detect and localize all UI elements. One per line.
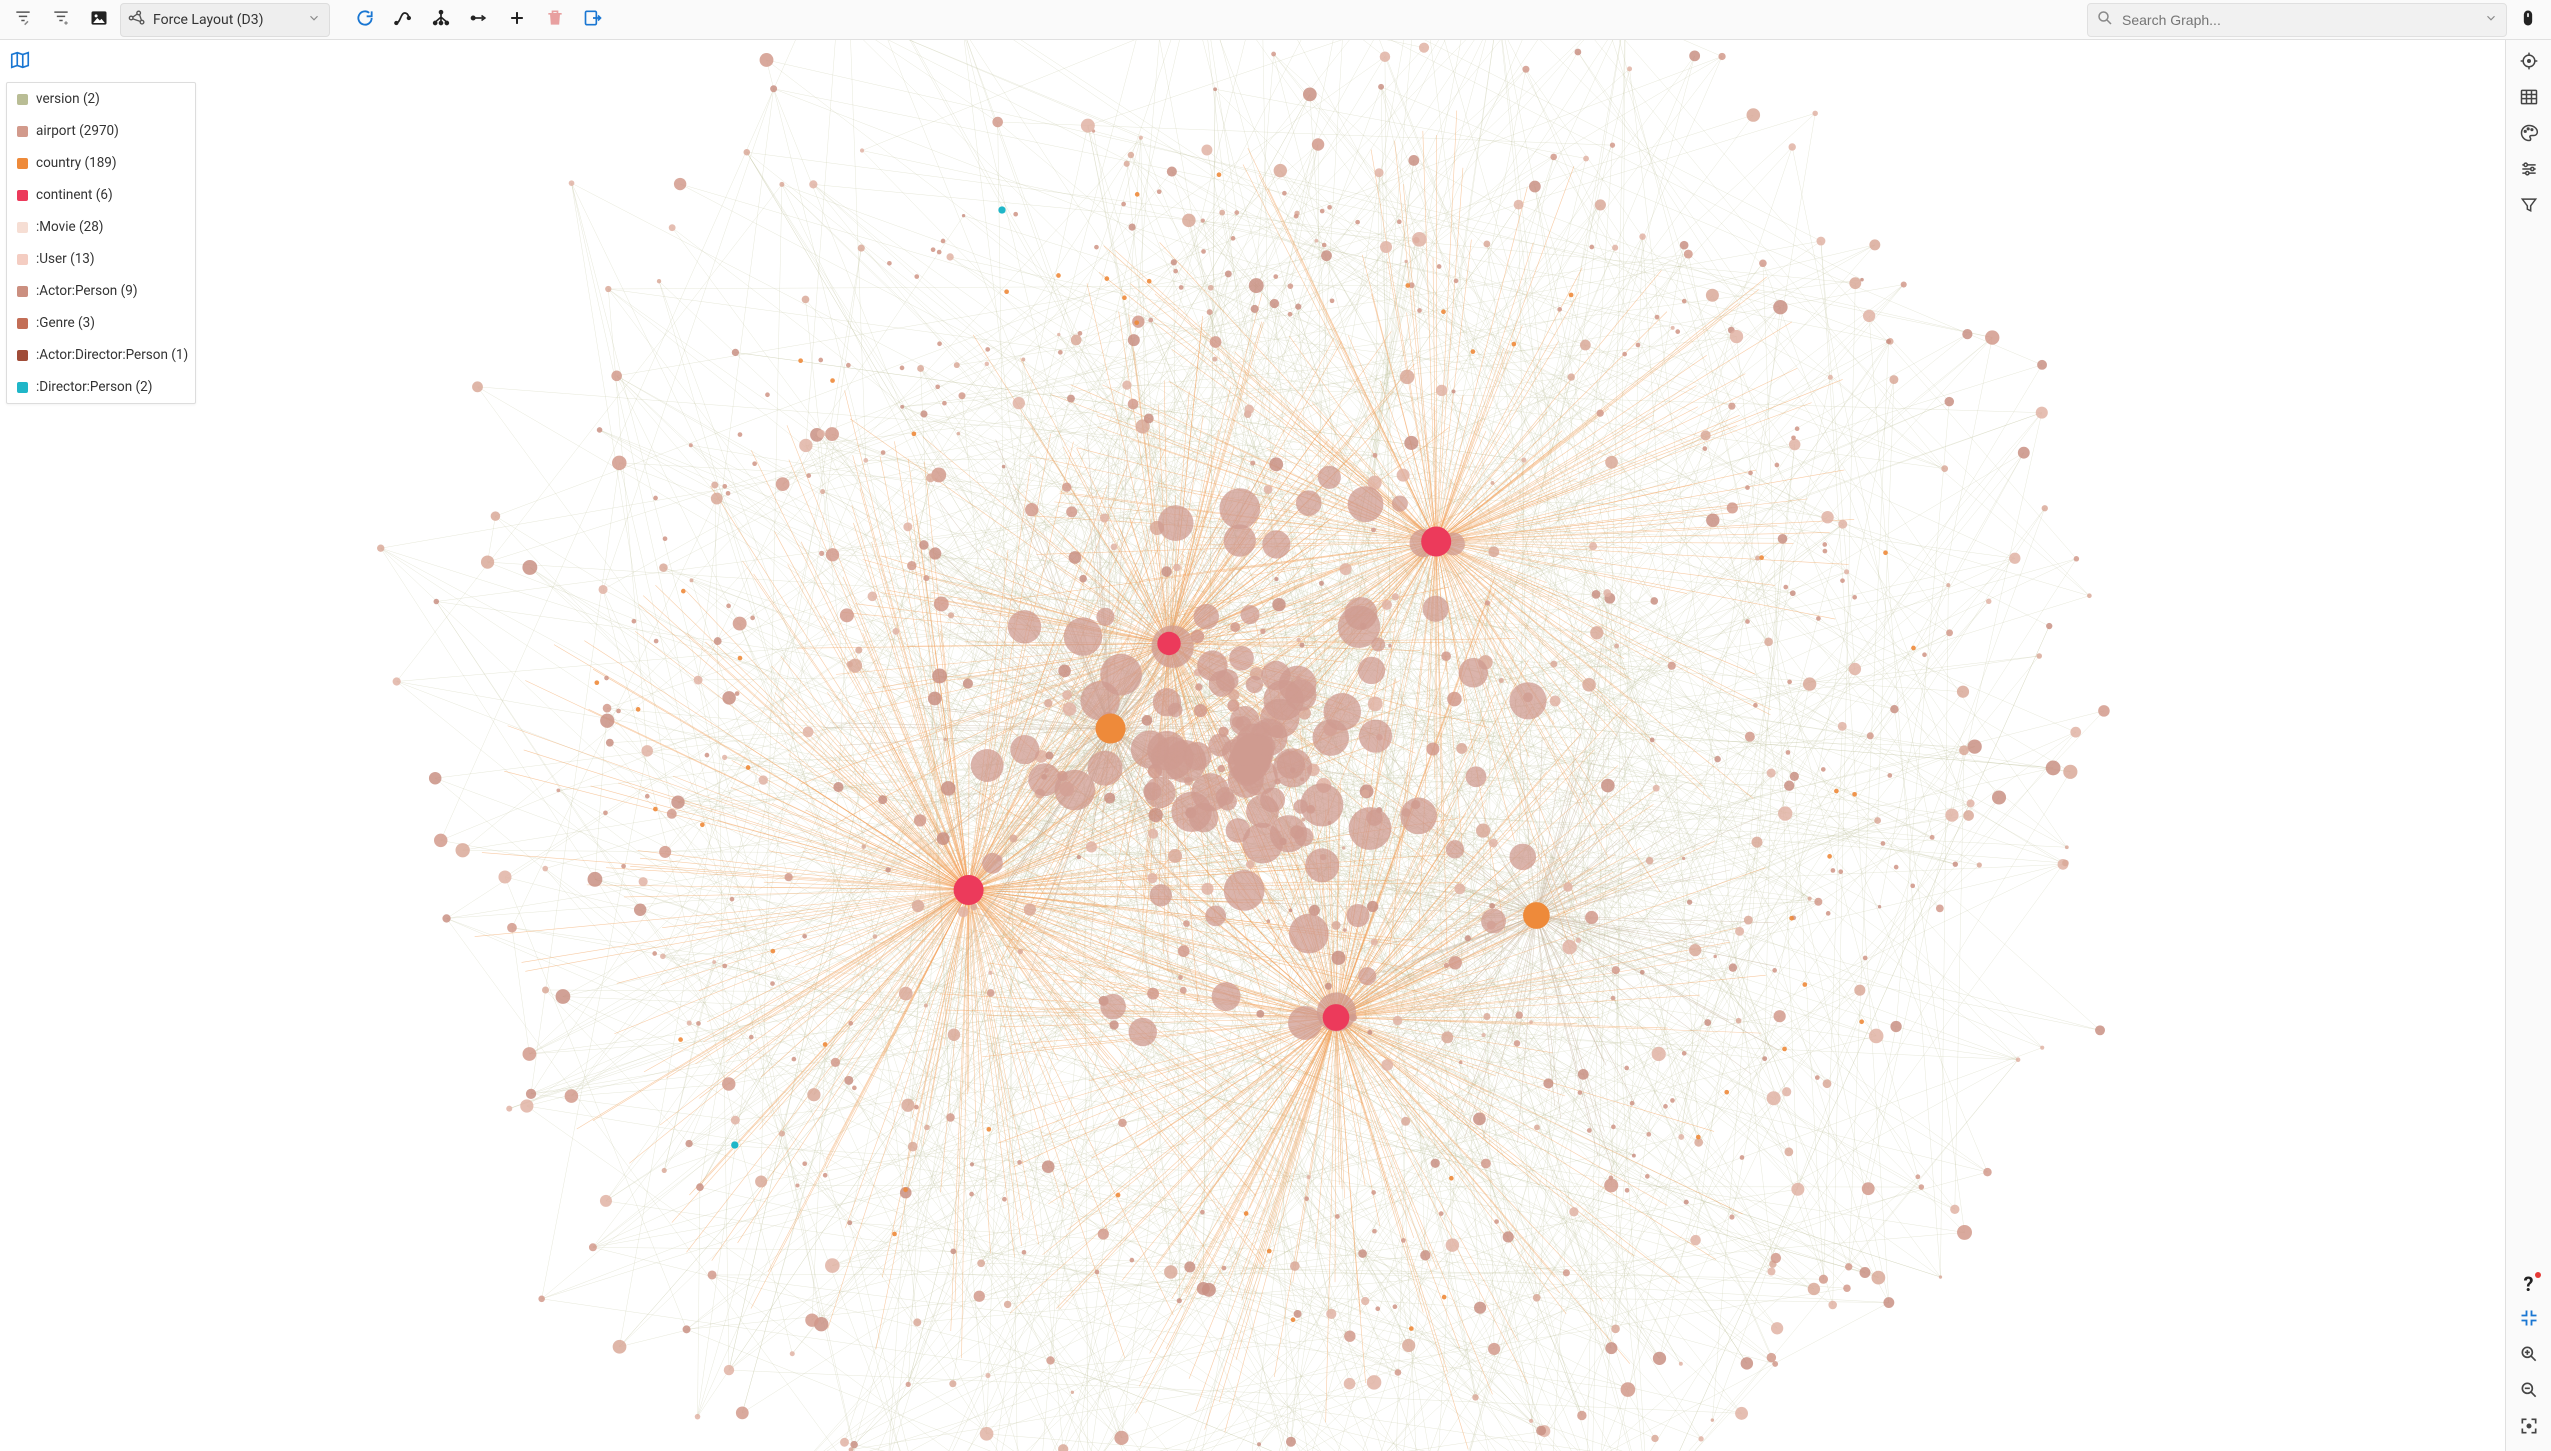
curve-path-button[interactable]: [386, 3, 420, 37]
legend-label: :Actor:Person (9): [36, 283, 138, 299]
delete-button[interactable]: [538, 3, 572, 37]
layout-select-label: Force Layout (D3): [153, 12, 263, 28]
zoom-out-icon: [2519, 1380, 2539, 1404]
refresh-button[interactable]: [348, 3, 382, 37]
legend-label: :Actor:Director:Person (1): [36, 347, 188, 363]
add-button[interactable]: [500, 3, 534, 37]
legend-label: :Movie (28): [36, 219, 103, 235]
legend-swatch: [17, 126, 28, 137]
search-icon: [2096, 9, 2114, 31]
legend-swatch: [17, 158, 28, 169]
legend-item[interactable]: :Actor:Director:Person (1): [7, 339, 195, 371]
fit-button[interactable]: [2511, 1411, 2547, 1445]
left-overlay: version (2) airport (2970) country (189) co…: [6, 48, 196, 404]
graph-canvas-wrap[interactable]: [0, 40, 2505, 1451]
legend-item[interactable]: :Movie (28): [7, 211, 195, 243]
legend-label: airport (2970): [36, 123, 119, 139]
legend-panel[interactable]: version (2) airport (2970) country (189) co…: [6, 82, 196, 404]
legend-item[interactable]: continent (6): [7, 179, 195, 211]
filter-in-icon: [51, 8, 71, 32]
image-icon: [89, 8, 109, 32]
palette-icon: [2519, 123, 2539, 147]
edge-icon: [469, 8, 489, 32]
search-field[interactable]: [2087, 3, 2507, 37]
table-icon: [2519, 87, 2539, 111]
delete-icon: [545, 8, 565, 32]
export-button[interactable]: [576, 3, 610, 37]
legend-swatch: [17, 222, 28, 233]
filter-out-icon: [13, 8, 33, 32]
path-icon: [393, 8, 413, 32]
legend-label: version (2): [36, 91, 100, 107]
add-icon: [507, 8, 527, 32]
export-icon: [583, 8, 603, 32]
legend-item[interactable]: airport (2970): [7, 115, 195, 147]
settings-icon: [2519, 159, 2539, 183]
legend-label: country (189): [36, 155, 117, 171]
legend-swatch: [17, 286, 28, 297]
legend-item[interactable]: :Genre (3): [7, 307, 195, 339]
legend-swatch: [17, 382, 28, 393]
legend-swatch: [17, 350, 28, 361]
graph-canvas[interactable]: [0, 40, 2505, 1451]
layout-select[interactable]: Force Layout (D3): [120, 3, 330, 37]
zoom-in-button[interactable]: [2511, 1339, 2547, 1373]
fit-icon: [2519, 1416, 2539, 1440]
legend-label: :Director:Person (2): [36, 379, 152, 395]
legend-item[interactable]: country (189): [7, 147, 195, 179]
search-input[interactable]: [2122, 12, 2476, 28]
legend-label: continent (6): [36, 187, 113, 203]
mouse-scroll-icon: [2518, 8, 2538, 32]
collapse-button[interactable]: [2511, 1303, 2547, 1337]
legend-swatch: [17, 254, 28, 265]
target-icon: [2519, 51, 2539, 75]
edge-button[interactable]: [462, 3, 496, 37]
map-icon: [9, 49, 31, 75]
collapse-icon: [2519, 1308, 2539, 1332]
mouse-mode-button[interactable]: [2511, 3, 2545, 37]
legend-swatch: [17, 318, 28, 329]
help-icon: ?: [2524, 1272, 2534, 1296]
refresh-icon: [355, 8, 375, 32]
legend-label: :User (13): [36, 251, 95, 267]
legend-item[interactable]: :User (13): [7, 243, 195, 275]
chevron-down-icon: [307, 11, 321, 29]
legend-item[interactable]: :Actor:Person (9): [7, 275, 195, 307]
settings-button[interactable]: [2511, 154, 2547, 188]
filter-in-button[interactable]: [44, 3, 78, 37]
table-view-button[interactable]: [2511, 82, 2547, 116]
legend-label: :Genre (3): [36, 315, 95, 331]
legend-swatch: [17, 94, 28, 105]
filter-icon: [2519, 195, 2539, 219]
tree-button[interactable]: [424, 3, 458, 37]
center-target-button[interactable]: [2511, 46, 2547, 80]
legend-item[interactable]: :Director:Person (2): [7, 371, 195, 403]
help-button[interactable]: ?: [2511, 1267, 2547, 1301]
legend-swatch: [17, 190, 28, 201]
zoom-out-button[interactable]: [2511, 1375, 2547, 1409]
filter-button[interactable]: [2511, 190, 2547, 224]
right-rail: ?: [2505, 40, 2551, 1451]
tree-icon: [431, 8, 451, 32]
graph-layout-icon: [127, 8, 147, 32]
toolbar: Force Layout (D3): [0, 0, 2551, 40]
palette-button[interactable]: [2511, 118, 2547, 152]
chevron-down-icon: [2484, 11, 2498, 29]
legend-item[interactable]: version (2): [7, 83, 195, 115]
minimap-toggle-button[interactable]: [6, 48, 34, 76]
screenshot-button[interactable]: [82, 3, 116, 37]
zoom-in-icon: [2519, 1344, 2539, 1368]
filter-out-button[interactable]: [6, 3, 40, 37]
